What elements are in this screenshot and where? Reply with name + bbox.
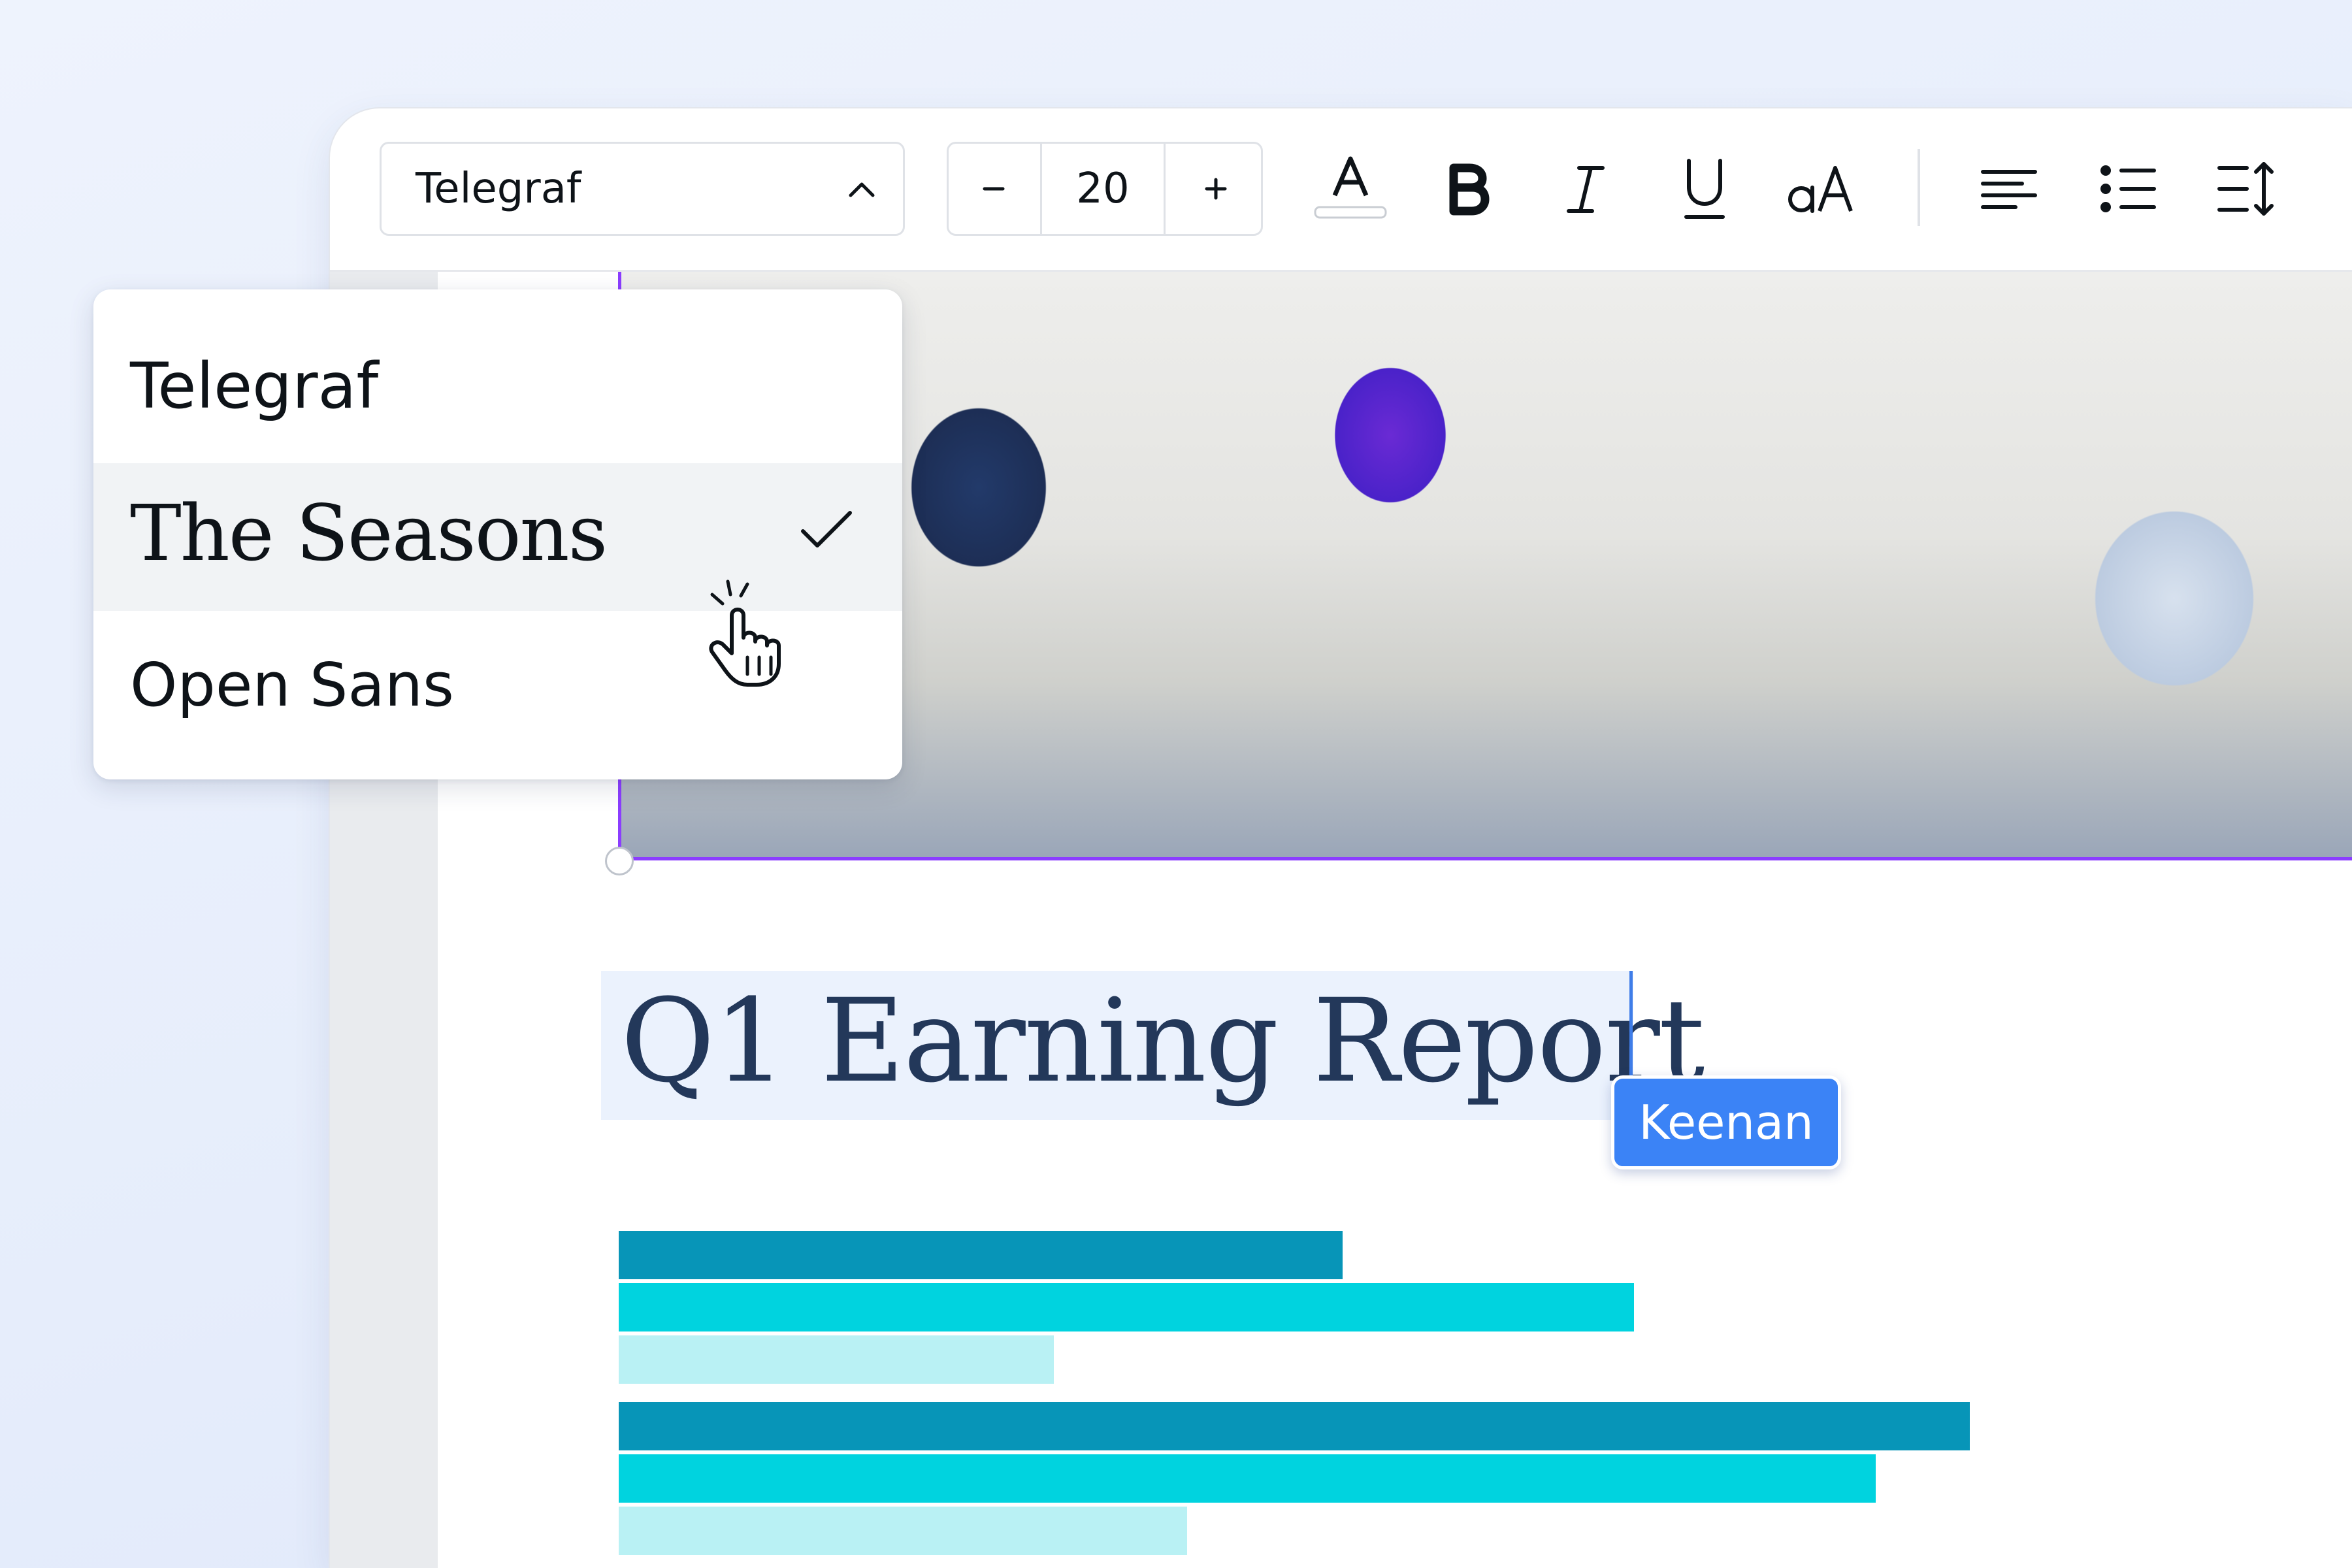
toolbar-divider [1918, 149, 1920, 226]
bold-icon [1449, 163, 1490, 216]
font-family-value: Telegraf [416, 165, 581, 213]
font-option-label: Open Sans [130, 650, 454, 720]
placeholder-text-line [619, 1335, 1054, 1384]
pointer-hand-icon [709, 580, 781, 687]
line-spacing-icon [2217, 162, 2274, 216]
font-option-label: The Seasons [130, 488, 608, 578]
underline-button[interactable] [1659, 141, 1750, 237]
font-size-stepper: 20 [947, 142, 1263, 236]
font-size-input[interactable]: 20 [1040, 144, 1166, 234]
bulleted-list-button[interactable] [2082, 141, 2174, 237]
italic-button[interactable] [1540, 141, 1631, 237]
text-align-button[interactable] [1963, 141, 2055, 237]
text-toolbar: Telegraf 20 [330, 108, 2352, 272]
align-left-icon [1981, 170, 2037, 209]
font-option-label: Telegraf [130, 350, 379, 423]
placeholder-text-line [619, 1507, 1187, 1555]
bold-button[interactable] [1422, 141, 1514, 237]
chevron-up-icon [849, 182, 875, 197]
text-color-button[interactable] [1305, 141, 1396, 237]
selection-handle[interactable] [605, 847, 634, 875]
bulleted-list-icon [2100, 165, 2156, 212]
placeholder-text-line [619, 1402, 1970, 1450]
document-heading[interactable]: Q1 Earning Report [621, 967, 1705, 1116]
collaborator-tag: Keenan [1611, 1075, 1841, 1169]
text-color-icon [1314, 156, 1387, 219]
placeholder-text-line [619, 1231, 1343, 1279]
italic-icon [1567, 166, 1605, 213]
decrease-font-size-button[interactable] [949, 144, 1039, 234]
increase-font-size-button[interactable] [1171, 144, 1261, 234]
underline-icon [1684, 159, 1725, 219]
plus-icon [1205, 178, 1227, 200]
line-spacing-button[interactable] [2201, 141, 2293, 237]
font-option-telegraf[interactable]: Telegraf [93, 289, 902, 463]
letter-case-button[interactable] [1776, 141, 1868, 237]
placeholder-text-line [619, 1454, 1876, 1503]
placeholder-text-line [619, 1283, 1634, 1331]
letter-case-icon [1788, 166, 1853, 213]
font-family-select[interactable]: Telegraf [380, 142, 905, 236]
font-dropdown-menu: Telegraf The Seasons Open Sans [93, 289, 902, 779]
minus-icon [983, 187, 1005, 191]
checkmark-icon [801, 511, 852, 547]
